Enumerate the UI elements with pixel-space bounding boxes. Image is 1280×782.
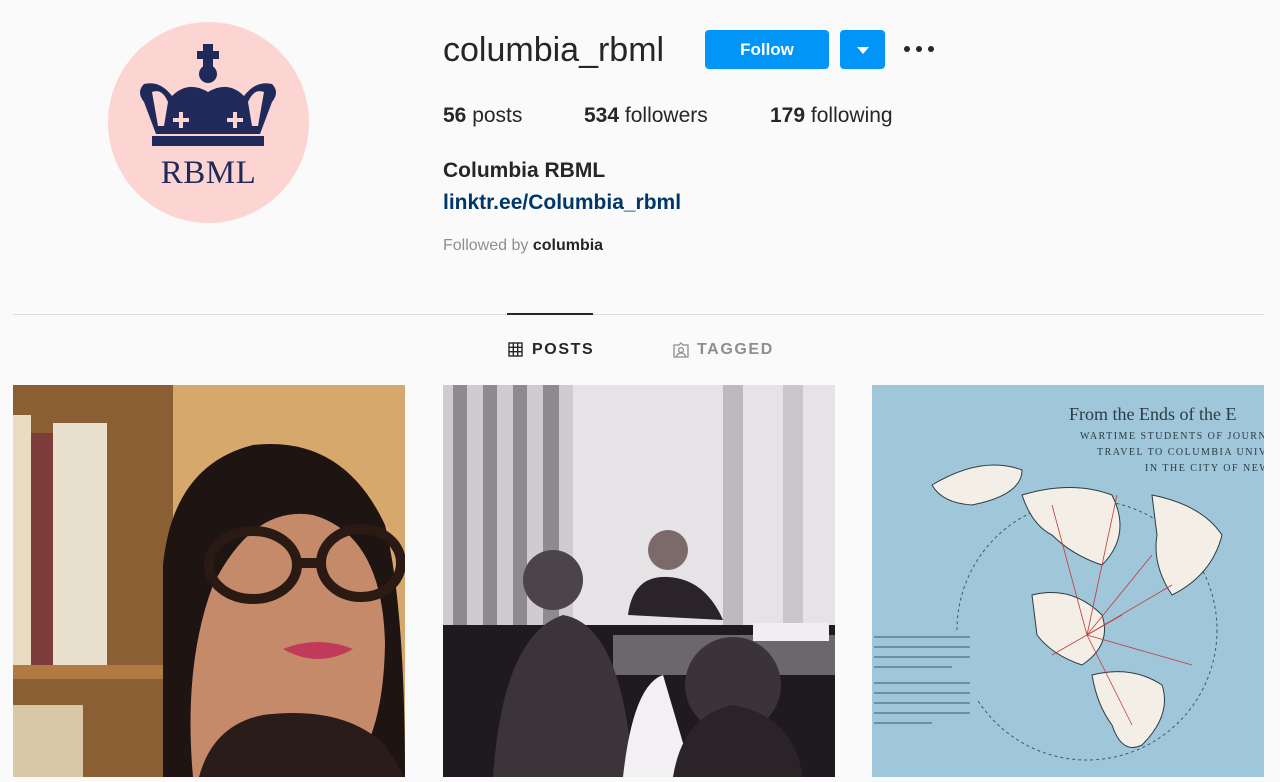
following-count: 179 xyxy=(770,104,806,127)
map-illustration: From the Ends of the E WARTIME STUDENTS … xyxy=(872,385,1264,777)
grid-icon xyxy=(508,342,523,357)
more-options-icon-dot xyxy=(928,46,934,52)
posts-count: 56 xyxy=(443,104,467,127)
followers-stat[interactable]: 534 followers xyxy=(584,103,708,129)
followers-count: 534 xyxy=(584,104,620,127)
following-label: following xyxy=(810,104,893,127)
chevron-down-icon xyxy=(857,47,869,54)
tagged-icon xyxy=(673,342,689,358)
active-tab-indicator xyxy=(507,313,593,315)
post-thumbnail-portrait[interactable] xyxy=(13,385,405,777)
meeting-photo xyxy=(443,385,835,777)
profile-external-link[interactable]: linktr.ee/Columbia_rbml xyxy=(443,190,681,216)
follow-button[interactable]: Follow xyxy=(705,30,829,69)
more-options-icon-dot xyxy=(916,46,922,52)
profile-full-name: Columbia RBML xyxy=(443,159,606,182)
map-line-1: WARTIME STUDENTS OF JOURN xyxy=(1080,431,1264,442)
following-stat[interactable]: 179 following xyxy=(770,103,893,129)
more-options-icon xyxy=(904,46,910,52)
map-title: From the Ends of the E xyxy=(1069,404,1236,424)
portrait-photo xyxy=(13,385,405,777)
map-line-2: TRAVEL TO COLUMBIA UNIV xyxy=(1097,447,1264,458)
profile-avatar[interactable]: RBML xyxy=(108,22,309,223)
crown-icon xyxy=(140,44,276,146)
more-options-button[interactable] xyxy=(902,37,936,61)
tab-posts-label: POSTS xyxy=(532,341,595,358)
suggested-dropdown-button[interactable] xyxy=(840,30,885,69)
followers-label: followers xyxy=(624,104,708,127)
posts-label: posts xyxy=(472,104,523,127)
post-thumbnail-map[interactable]: From the Ends of the E WARTIME STUDENTS … xyxy=(872,385,1264,777)
map-line-3: IN THE CITY OF NEW xyxy=(1145,463,1264,474)
followed-by-text: Followed by columbia xyxy=(443,236,603,256)
tab-posts[interactable]: POSTS xyxy=(508,340,598,360)
profile-username: columbia_rbml xyxy=(443,31,665,69)
post-thumbnail-meeting[interactable] xyxy=(443,385,835,777)
avatar-logo-text: RBML xyxy=(160,155,257,191)
tab-tagged[interactable]: TAGGED xyxy=(673,340,773,360)
followed-by-user-link[interactable]: columbia xyxy=(533,237,603,254)
posts-count-stat: 56 posts xyxy=(443,103,522,129)
followed-by-prefix: Followed by xyxy=(443,237,529,254)
tabs-divider xyxy=(13,314,1264,315)
tab-tagged-label: TAGGED xyxy=(697,341,774,358)
